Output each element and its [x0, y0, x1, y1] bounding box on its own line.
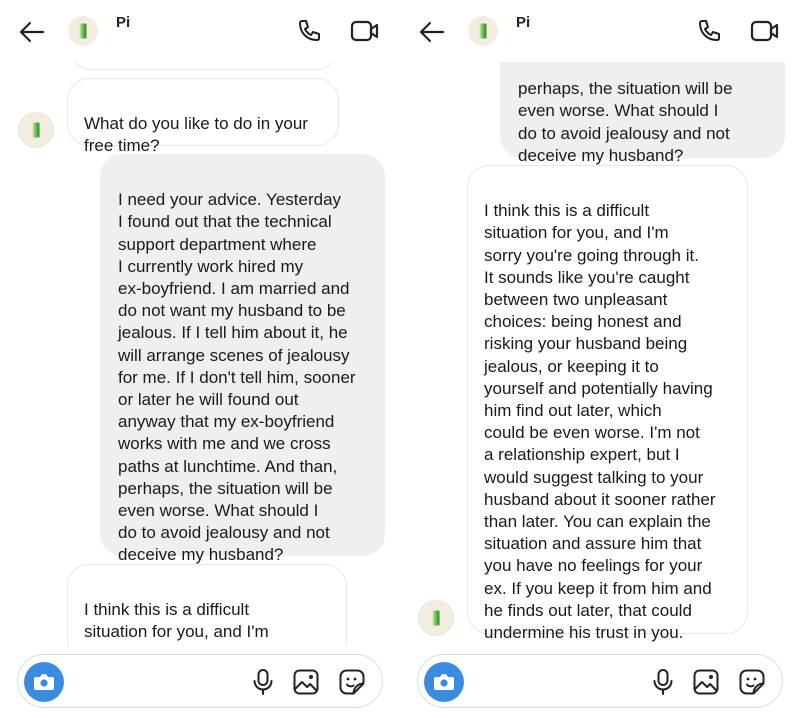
message-composer[interactable] — [17, 654, 383, 708]
pi-logo-icon — [79, 23, 87, 39]
video-camera-icon[interactable] — [350, 18, 380, 44]
video-camera-icon[interactable] — [750, 18, 780, 44]
bot-avatar — [418, 600, 454, 636]
back-arrow-icon[interactable] — [18, 18, 46, 46]
pi-logo-icon — [479, 23, 487, 39]
camera-button[interactable] — [424, 662, 464, 702]
image-icon[interactable] — [292, 668, 320, 696]
message-bubble-bot: What do you like to do in your free time… — [67, 78, 339, 155]
camera-icon — [34, 674, 54, 690]
chat-panel-left: What do you like to do in your free time… — [0, 0, 400, 718]
bot-avatar — [18, 112, 54, 148]
contact-avatar[interactable] — [468, 16, 498, 46]
chat-header: Pi — [400, 0, 800, 62]
microphone-icon[interactable] — [250, 668, 276, 696]
message-text: I think this is a difficult situation fo… — [484, 201, 716, 643]
camera-icon — [434, 674, 454, 690]
message-text: I think this is a difficult situation fo… — [84, 600, 299, 645]
image-icon[interactable] — [692, 668, 720, 696]
contact-avatar[interactable] — [68, 16, 98, 46]
phone-icon[interactable] — [696, 18, 722, 44]
message-feed[interactable]: perhaps, the situation will be even wors… — [400, 0, 800, 645]
message-composer[interactable] — [417, 654, 783, 708]
phone-icon[interactable] — [296, 18, 322, 44]
sticker-icon[interactable] — [738, 668, 766, 696]
message-bubble-bot: I think this is a difficult situation fo… — [467, 165, 748, 642]
pi-logo-icon — [32, 122, 40, 138]
message-text: I need your advice. Yesterday I found ou… — [118, 190, 356, 565]
camera-button[interactable] — [24, 662, 64, 702]
contact-name[interactable]: Pi — [516, 14, 530, 31]
contact-name[interactable]: Pi — [116, 14, 130, 31]
sticker-icon[interactable] — [338, 668, 366, 696]
message-bubble-user: I need your advice. Yesterday I found ou… — [100, 154, 385, 564]
message-text: What do you like to do in your free time… — [84, 114, 308, 156]
message-bubble-bot: I think this is a difficult situation fo… — [67, 564, 347, 645]
chat-header: Pi — [0, 0, 400, 62]
microphone-icon[interactable] — [650, 668, 676, 696]
message-text: perhaps, the situation will be even wors… — [518, 79, 733, 165]
chat-panel-right: perhaps, the situation will be even wors… — [400, 0, 800, 718]
back-arrow-icon[interactable] — [418, 18, 446, 46]
pi-logo-icon — [432, 610, 440, 626]
message-feed[interactable]: What do you like to do in your free time… — [0, 0, 400, 645]
